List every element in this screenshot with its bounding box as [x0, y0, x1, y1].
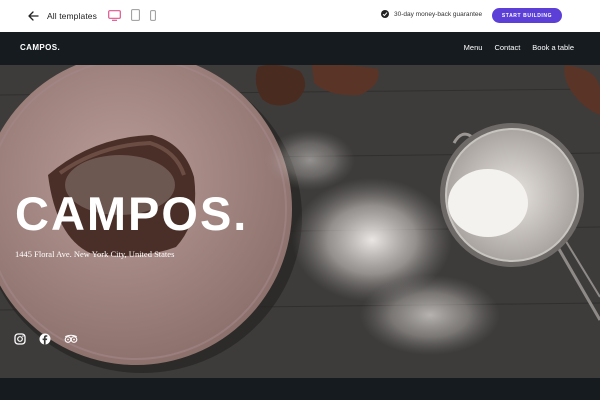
tablet-icon[interactable]: [131, 9, 140, 21]
nav-link-menu[interactable]: Menu: [464, 43, 483, 52]
arrow-left-icon: [28, 11, 39, 21]
nav-link-book-a-table[interactable]: Book a table: [532, 43, 574, 52]
hero-address: 1445 Floral Ave. New York City, United S…: [15, 249, 175, 259]
hero-section: CAMPOS. 1445 Floral Ave. New York City, …: [0, 65, 600, 378]
facebook-icon[interactable]: [39, 333, 51, 345]
site-logo[interactable]: CAMPOS.: [20, 43, 60, 52]
builder-toolbar: All templates 30-day money-back guarante…: [0, 0, 600, 32]
desktop-icon[interactable]: [108, 9, 121, 21]
tripadvisor-icon[interactable]: [64, 334, 78, 344]
site-header: CAMPOS. Menu Contact Book a table: [0, 32, 600, 65]
site-nav-links: Menu Contact Book a table: [464, 43, 574, 52]
nav-link-contact[interactable]: Contact: [494, 43, 520, 52]
start-building-button[interactable]: START BUILDING: [492, 8, 562, 23]
instagram-icon[interactable]: [14, 333, 26, 345]
back-to-templates-button[interactable]: All templates: [28, 8, 97, 24]
check-icon: [381, 10, 389, 18]
back-label: All templates: [47, 11, 97, 21]
mobile-icon[interactable]: [150, 9, 156, 21]
hero-title: CAMPOS.: [15, 187, 249, 240]
guarantee-note: 30-day money-back guarantee: [381, 10, 482, 18]
guarantee-text: 30-day money-back guarantee: [394, 10, 483, 18]
social-links: [14, 333, 78, 345]
page-bottom-strip: [0, 378, 600, 400]
device-switcher: [108, 9, 156, 21]
